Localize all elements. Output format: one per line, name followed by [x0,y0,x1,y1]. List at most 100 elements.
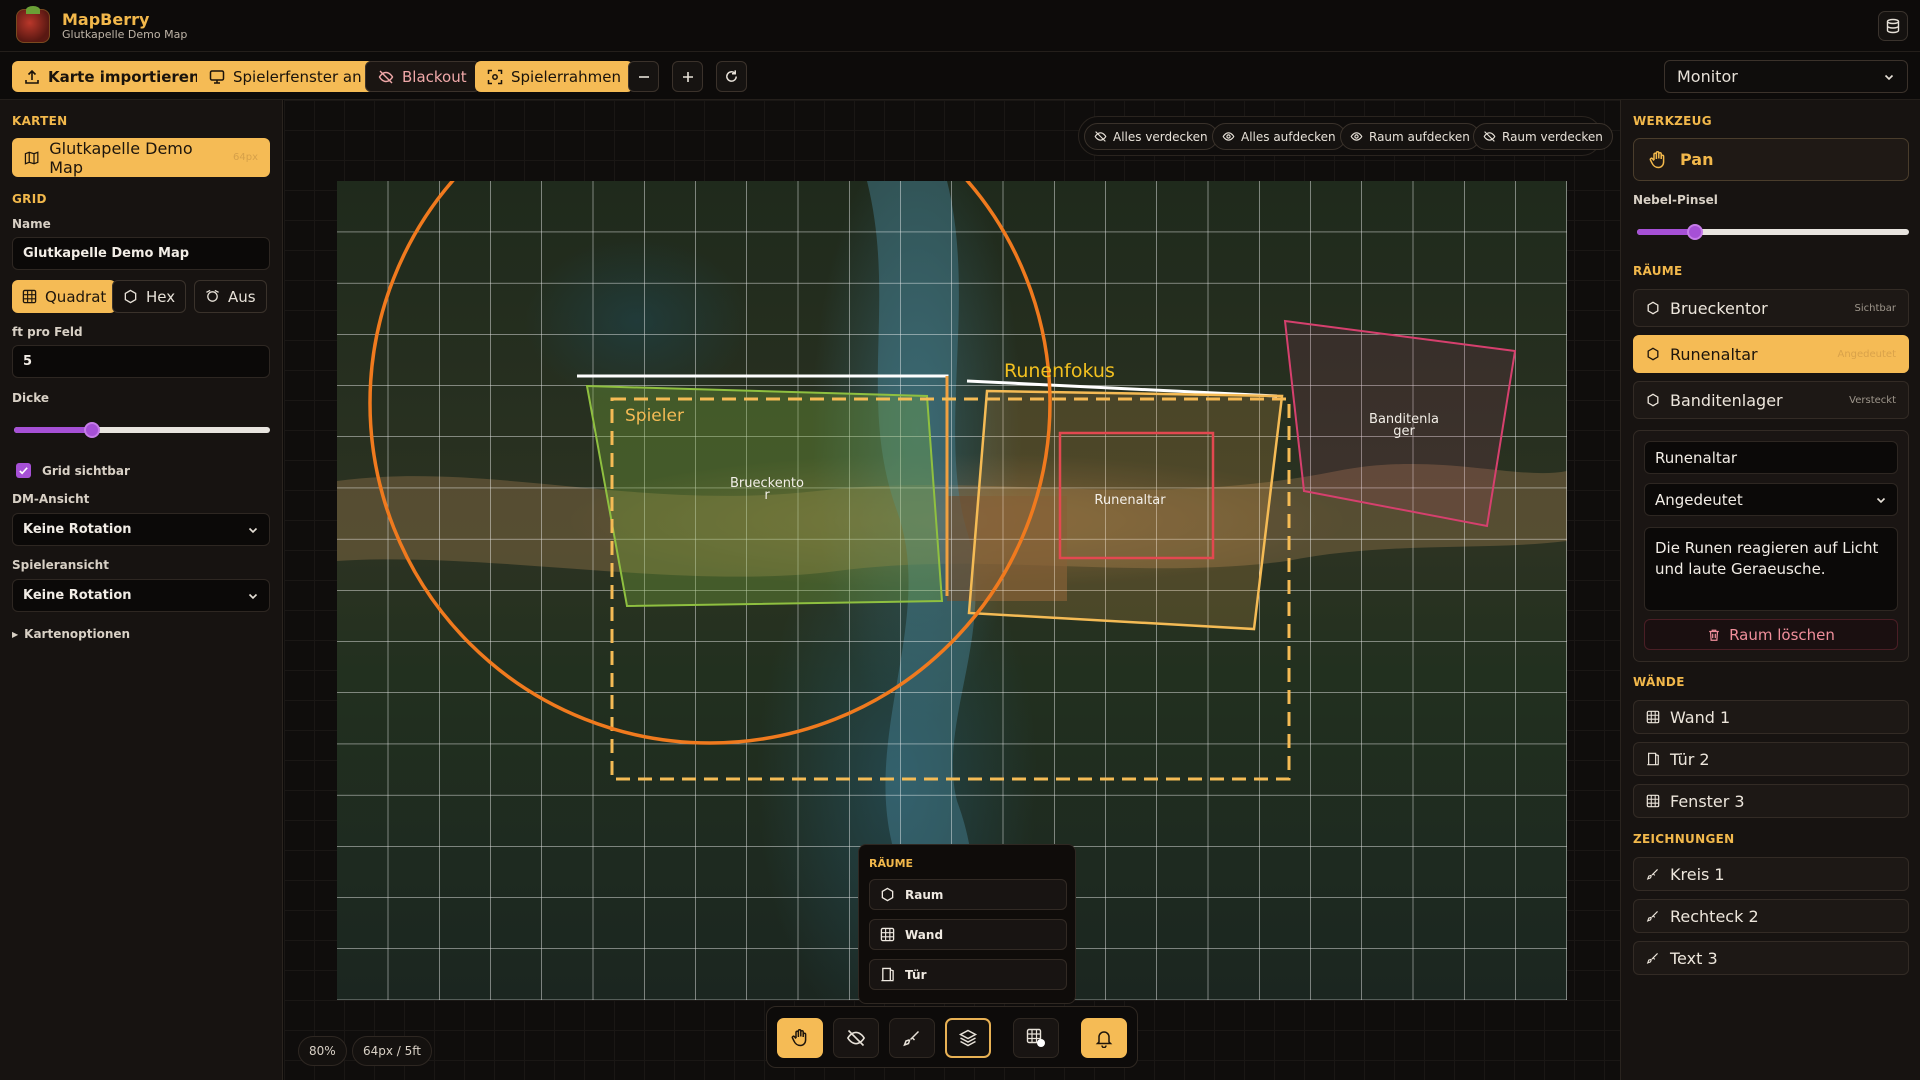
chevron-down-icon [248,527,258,533]
import-map-button[interactable]: Karte importieren [12,61,212,92]
grid-type-off-label: Aus [228,287,256,306]
drawing-item-3[interactable]: Text 3 [1633,941,1909,975]
dm-view-label: DM-Ansicht [12,492,90,506]
room-item-banditenlager[interactable]: Banditenlager Versteckt [1633,381,1909,419]
reveal-all-button[interactable]: Alles aufdecken [1212,123,1346,150]
maps-section-title: KARTEN [12,114,68,128]
add-door-item[interactable]: Tür [869,959,1067,990]
bell-icon [1095,1031,1113,1048]
room-runenaltar-label: Runenaltar [1094,493,1166,508]
room-item-status: Angedeutet [1837,348,1896,360]
map-name-input[interactable]: Glutkapelle Demo Map [12,237,270,270]
room-item-runenaltar[interactable]: Runenaltar Angedeutet [1633,335,1909,373]
zoom-in-button[interactable] [672,61,703,92]
active-tool-label: Pan [1680,150,1714,169]
eye-off-icon [378,70,394,83]
grid-type-square[interactable]: Quadrat [12,280,117,313]
add-wall-item[interactable]: Wand [869,919,1067,950]
hexagon-icon [881,887,894,902]
layers-tool-button[interactable] [945,1018,991,1058]
map-options-toggle[interactable]: ▶ Kartenoptionen [12,627,130,641]
delete-room-label: Raum löschen [1729,625,1835,644]
room-name-input[interactable]: Runenaltar [1644,441,1898,474]
delete-room-button[interactable]: Raum löschen [1644,619,1898,650]
reveal-room-button[interactable]: Raum aufdecken [1340,123,1480,150]
add-menu-title: RÄUME [869,857,914,870]
player-window-button[interactable]: Spielerfenster an [197,61,374,92]
reset-view-button[interactable] [716,61,747,92]
fog-brush-slider-knob[interactable] [1687,224,1703,240]
map-options-label: Kartenoptionen [24,627,131,641]
wall-item-1[interactable]: Wand 1 [1633,700,1909,734]
wall-item-label: Wand 1 [1670,707,1731,727]
wall-item-label: Tür 2 [1670,749,1710,769]
map-list-item[interactable]: Glutkapelle Demo Map 64px [12,138,270,177]
wall-grid-icon [1646,710,1660,724]
map-subtitle: Glutkapelle Demo Map [62,28,188,41]
toolbar: Karte importieren Spielerfenster an Blac… [0,52,1920,100]
drawing-item-2[interactable]: Rechteck 2 [1633,899,1909,933]
fog-tool-button[interactable] [833,1018,879,1058]
grid-visible-checkbox[interactable] [16,463,31,478]
upload-icon [25,69,39,84]
notification-button[interactable] [1081,1018,1127,1058]
monitor-icon [209,69,225,84]
grid-type-hex[interactable]: Hex [112,280,187,313]
drawing-item-label: Rechteck 2 [1670,906,1759,926]
top-bar: MapBerry Glutkapelle Demo Map [0,0,1920,52]
hand-icon [1649,150,1665,168]
door-icon [1647,752,1659,766]
wall-item-2[interactable]: Tür 2 [1633,742,1909,776]
plus-icon [682,71,693,82]
eye-icon [1222,132,1235,141]
hide-room-label: Raum verdecken [1502,129,1603,144]
thickness-slider-knob[interactable] [84,422,100,438]
grid-type-off[interactable]: Aus [194,280,267,313]
wall-item-3[interactable]: Fenster 3 [1633,784,1909,818]
add-room-item[interactable]: Raum [869,879,1067,910]
room-item-name: Banditenlager [1670,390,1783,410]
add-door-label: Tür [905,967,927,982]
pan-tool-button[interactable] [777,1018,823,1058]
player-frame-button[interactable]: Spielerrahmen [475,61,633,92]
zoom-out-button[interactable] [628,61,659,92]
fog-brush-slider[interactable] [1637,224,1909,240]
app-name: MapBerry [62,10,150,29]
spieler-label: Spieler [625,406,684,426]
blackout-button[interactable]: Blackout [365,61,480,92]
room-item-name: Runenaltar [1670,344,1758,364]
reveal-all-label: Alles aufdecken [1241,129,1336,144]
room-item-brueckentor[interactable]: Brueckentor Sichtbar [1633,289,1909,327]
drawing-item-1[interactable]: Kreis 1 [1633,857,1909,891]
drawing-item-label: Kreis 1 [1670,864,1725,884]
frame-focus-icon [487,69,503,84]
player-view-select[interactable]: Keine Rotation [12,579,270,612]
room-editor: Runenaltar Angedeutet Die Runen reagiere… [1633,430,1909,662]
grid-tool-button[interactable] [1013,1018,1059,1058]
brush-icon [903,1030,920,1047]
ft-per-cell-label: ft pro Feld [12,325,83,339]
room-item-name: Brueckentor [1670,298,1768,318]
map-list-item-name: Glutkapelle Demo Map [49,138,193,177]
rooms-section-title: RÄUME [1633,264,1683,278]
caret-right-icon: ▶ [12,629,19,639]
room-status-select[interactable]: Angedeutet [1644,483,1898,516]
dm-view-select[interactable]: Keine Rotation [12,513,270,546]
display-select[interactable]: Monitor [1664,60,1908,93]
thickness-slider[interactable] [14,422,270,438]
reveal-room-label: Raum aufdecken [1369,129,1470,144]
room-status-value: Angedeutet [1655,490,1743,509]
blackout-label: Blackout [402,67,467,86]
database-button[interactable] [1878,11,1908,41]
hide-room-button[interactable]: Raum verdecken [1473,123,1613,150]
room-description-textarea[interactable]: Die Runen reagieren auf Licht und laute … [1644,527,1898,611]
hide-all-button[interactable]: Alles verdecken [1084,123,1218,150]
brush-tool-button[interactable] [889,1018,935,1058]
ft-per-cell-input[interactable]: 5 [12,345,270,378]
map-list-item-tag: 64px [233,152,258,163]
grid-type-hex-label: Hex [146,287,176,306]
active-tool-pan[interactable]: Pan [1633,138,1909,181]
tool-section-title: WERKZEUG [1633,114,1712,128]
hexagon-icon [124,289,137,304]
grid-visible-label: Grid sichtbar [42,464,130,478]
